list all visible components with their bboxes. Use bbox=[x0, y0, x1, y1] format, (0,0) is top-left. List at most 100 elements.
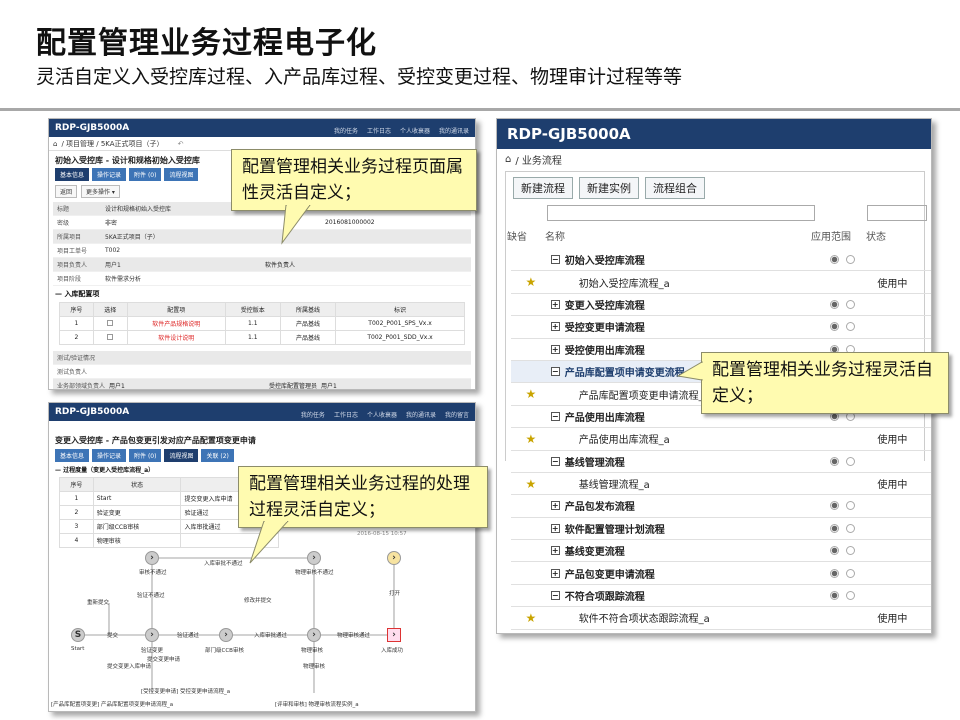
more-actions-button[interactable]: 更多操作 ▾ bbox=[81, 185, 120, 198]
table-row[interactable]: 2 软件设计说明 1.1 产品基线 T002_P001_SDD_Vx.x bbox=[59, 330, 465, 345]
scope-radio[interactable] bbox=[846, 322, 856, 332]
expand-icon[interactable]: + bbox=[550, 299, 560, 309]
row-checkbox[interactable] bbox=[107, 333, 114, 340]
callout-page-attributes: 配置管理相关业务过程页面属性灵活自定义； bbox=[231, 149, 477, 211]
back-icon[interactable]: ↶ bbox=[178, 140, 184, 148]
scope-radio[interactable] bbox=[846, 299, 856, 309]
row-checkbox[interactable] bbox=[107, 319, 114, 326]
process-name: 受控变更申请流程 bbox=[564, 323, 645, 335]
nav-item[interactable]: 个人收衰器 bbox=[400, 126, 430, 135]
new-process-button[interactable]: 新建流程 bbox=[513, 177, 573, 199]
process-name: 软件配置管理计划流程 bbox=[564, 524, 665, 536]
process-group-row[interactable]: + 软件配置管理计划流程 bbox=[511, 518, 931, 541]
collapse-icon[interactable]: − bbox=[550, 255, 560, 265]
expand-icon[interactable]: + bbox=[550, 568, 560, 578]
expand-icon[interactable]: + bbox=[550, 523, 560, 533]
nav-item[interactable]: 工作日志 bbox=[334, 410, 358, 419]
process-group-row[interactable]: + 基线变更流程 bbox=[511, 540, 931, 563]
process-instance-row[interactable]: ★ 软件不符合项状态跟踪流程_a 使用中 bbox=[511, 607, 931, 630]
process-instance-row[interactable]: ★ 初始入受控库流程_a 使用中 bbox=[511, 271, 931, 294]
tab-relations[interactable]: 关联 (2) bbox=[201, 449, 234, 462]
nav-item[interactable]: 我的任务 bbox=[301, 410, 325, 419]
flow-node-physical[interactable]: › bbox=[307, 628, 321, 642]
collapse-icon[interactable]: − bbox=[550, 456, 560, 466]
flow-node-open[interactable]: › bbox=[387, 551, 401, 565]
process-combine-button[interactable]: 流程组合 bbox=[645, 177, 705, 199]
home-icon[interactable]: ⌂ bbox=[505, 154, 511, 165]
field-row: 项目阶段 软件需求分析 bbox=[53, 272, 471, 286]
home-icon[interactable]: ⌂ bbox=[53, 140, 57, 148]
new-instance-button[interactable]: 新建实例 bbox=[579, 177, 639, 199]
callout-process-handling: 配置管理相关业务过程的处理过程灵活自定义； bbox=[238, 466, 488, 528]
process-group-row[interactable]: + 产品包发布流程 bbox=[511, 495, 931, 518]
default-star-icon[interactable]: ★ bbox=[511, 477, 551, 491]
tab-attachments[interactable]: 附件 (0) bbox=[129, 449, 162, 462]
back-button[interactable]: 返回 bbox=[55, 185, 78, 198]
scope-radio[interactable] bbox=[846, 523, 856, 533]
name-filter-input[interactable] bbox=[547, 205, 815, 221]
tab-flow-view[interactable]: 流程视图 bbox=[164, 168, 199, 181]
scope-radio[interactable] bbox=[846, 546, 856, 556]
flow-node-start[interactable]: S bbox=[71, 628, 85, 642]
scope-radio[interactable] bbox=[830, 322, 840, 332]
collapse-icon[interactable]: − bbox=[550, 367, 560, 377]
scope-radio[interactable] bbox=[830, 501, 840, 511]
tab-operation-log[interactable]: 操作记录 bbox=[92, 449, 127, 462]
process-instance-row[interactable]: ★ 产品使用出库流程_a 使用中 bbox=[511, 428, 931, 451]
collapse-icon[interactable]: − bbox=[550, 591, 560, 601]
default-star-icon[interactable]: ★ bbox=[511, 387, 551, 401]
scope-radio[interactable] bbox=[846, 591, 856, 601]
tab-attachments[interactable]: 附件 (0) bbox=[129, 168, 162, 181]
collapse-icon[interactable]: − bbox=[550, 411, 560, 421]
field-row: 测试/验证情况 bbox=[53, 351, 471, 365]
table-header: 缺省 名称 应用范围 状态 bbox=[507, 231, 886, 243]
list-toolbar: 新建流程 新建实例 流程组合 bbox=[513, 177, 705, 199]
scope-radio[interactable] bbox=[846, 456, 856, 466]
scope-radio[interactable] bbox=[830, 591, 840, 601]
status-filter-input[interactable] bbox=[867, 205, 927, 221]
scope-radio[interactable] bbox=[846, 568, 856, 578]
tab-basic-info[interactable]: 基本信息 bbox=[55, 449, 90, 462]
scope-radio[interactable] bbox=[830, 456, 840, 466]
section-title: — 入库配置项 bbox=[55, 290, 100, 298]
expand-icon[interactable]: + bbox=[550, 344, 560, 354]
scope-radio[interactable] bbox=[830, 568, 840, 578]
tab-flow-view[interactable]: 流程视图 bbox=[164, 449, 199, 462]
process-group-row[interactable]: − 基线管理流程 bbox=[511, 451, 931, 473]
nav-item[interactable]: 我的通讯录 bbox=[439, 126, 469, 135]
nav-item[interactable]: 工作日志 bbox=[367, 126, 391, 135]
scope-radio[interactable] bbox=[846, 501, 856, 511]
scope-radio[interactable] bbox=[830, 299, 840, 309]
default-star-icon[interactable]: ★ bbox=[511, 432, 551, 446]
process-group-row[interactable]: + 产品包变更申请流程 bbox=[511, 562, 931, 585]
process-group-row[interactable]: + 受控变更申请流程 bbox=[511, 316, 931, 339]
nav-item[interactable]: 我的通讯录 bbox=[406, 410, 436, 419]
expand-icon[interactable]: + bbox=[550, 546, 560, 556]
tab-operation-log[interactable]: 操作记录 bbox=[92, 168, 127, 181]
flow-node-ccb[interactable]: › bbox=[219, 628, 233, 642]
scope-radio[interactable] bbox=[846, 255, 856, 265]
default-star-icon[interactable]: ★ bbox=[511, 611, 551, 625]
process-group-row[interactable]: − 不符合项跟踪流程 bbox=[511, 585, 931, 608]
process-group-row[interactable]: + 变更入受控库流程 bbox=[511, 294, 931, 317]
scope-radio[interactable] bbox=[830, 546, 840, 556]
process-instance-row[interactable]: ★ 基线管理流程_a 使用中 bbox=[511, 473, 931, 496]
process-group-row[interactable]: − 初始入受控库流程 bbox=[511, 249, 931, 272]
scope-radio[interactable] bbox=[830, 523, 840, 533]
nav-item[interactable]: 个人收衰器 bbox=[367, 410, 397, 419]
nav-item[interactable]: 我的任务 bbox=[334, 126, 358, 135]
scope-radio[interactable] bbox=[830, 255, 840, 265]
expand-icon[interactable]: + bbox=[550, 322, 560, 332]
process-name: 初始入受控库流程 bbox=[564, 256, 645, 268]
tab-basic-info[interactable]: 基本信息 bbox=[55, 168, 90, 181]
flow-node-verify[interactable]: › bbox=[145, 628, 159, 642]
process-name: 基线管理流程_a bbox=[578, 480, 650, 492]
expand-icon[interactable]: + bbox=[550, 501, 560, 511]
flow-node-reject[interactable]: › bbox=[145, 551, 159, 565]
nav-item[interactable]: 我的留言 bbox=[445, 410, 469, 419]
table-row[interactable]: 1 软件产品规格说明 1.1 产品基线 T002_P001_SPS_Vx.x bbox=[59, 316, 465, 331]
flow-node-approve-fail[interactable]: › bbox=[307, 551, 321, 565]
flow-node-done[interactable]: › bbox=[387, 628, 401, 642]
divider bbox=[0, 108, 960, 111]
default-star-icon[interactable]: ★ bbox=[511, 275, 551, 289]
